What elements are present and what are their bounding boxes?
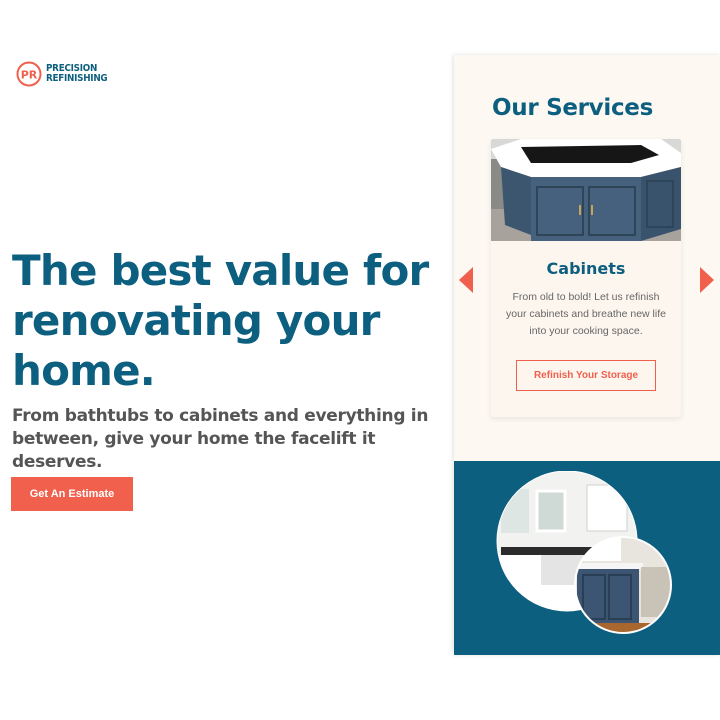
service-card: Cabinets From old to bold! Let us refini… [491,139,681,417]
logo-line-2: REFINISHING [46,73,108,84]
hero-title: The best value for renovating your home. [12,246,429,395]
svg-text:PR: PR [21,69,38,82]
get-estimate-button[interactable]: Get An Estimate [11,477,133,511]
chevron-left-icon[interactable] [459,267,473,293]
service-card-title: Cabinets [546,259,626,278]
refinish-storage-button[interactable]: Refinish Your Storage [516,360,656,391]
pr-monogram-icon: PR [16,61,42,87]
services-panel: Our Services Cabinets From old to bold! … [454,55,720,655]
services-title: Our Services [492,95,653,121]
chevron-right-icon[interactable] [700,267,714,293]
hero-subtitle: From bathtubs to cabinets and everything… [12,406,429,472]
brand-logo[interactable]: PR PRECISION REFINISHING [16,61,116,87]
logo-wordmark: PRECISION REFINISHING [46,64,116,84]
service-card-text: From old to bold! Let us refinish your c… [506,291,666,337]
cabinet-photo [491,139,681,241]
kitchen-before-after-image [496,471,672,634]
